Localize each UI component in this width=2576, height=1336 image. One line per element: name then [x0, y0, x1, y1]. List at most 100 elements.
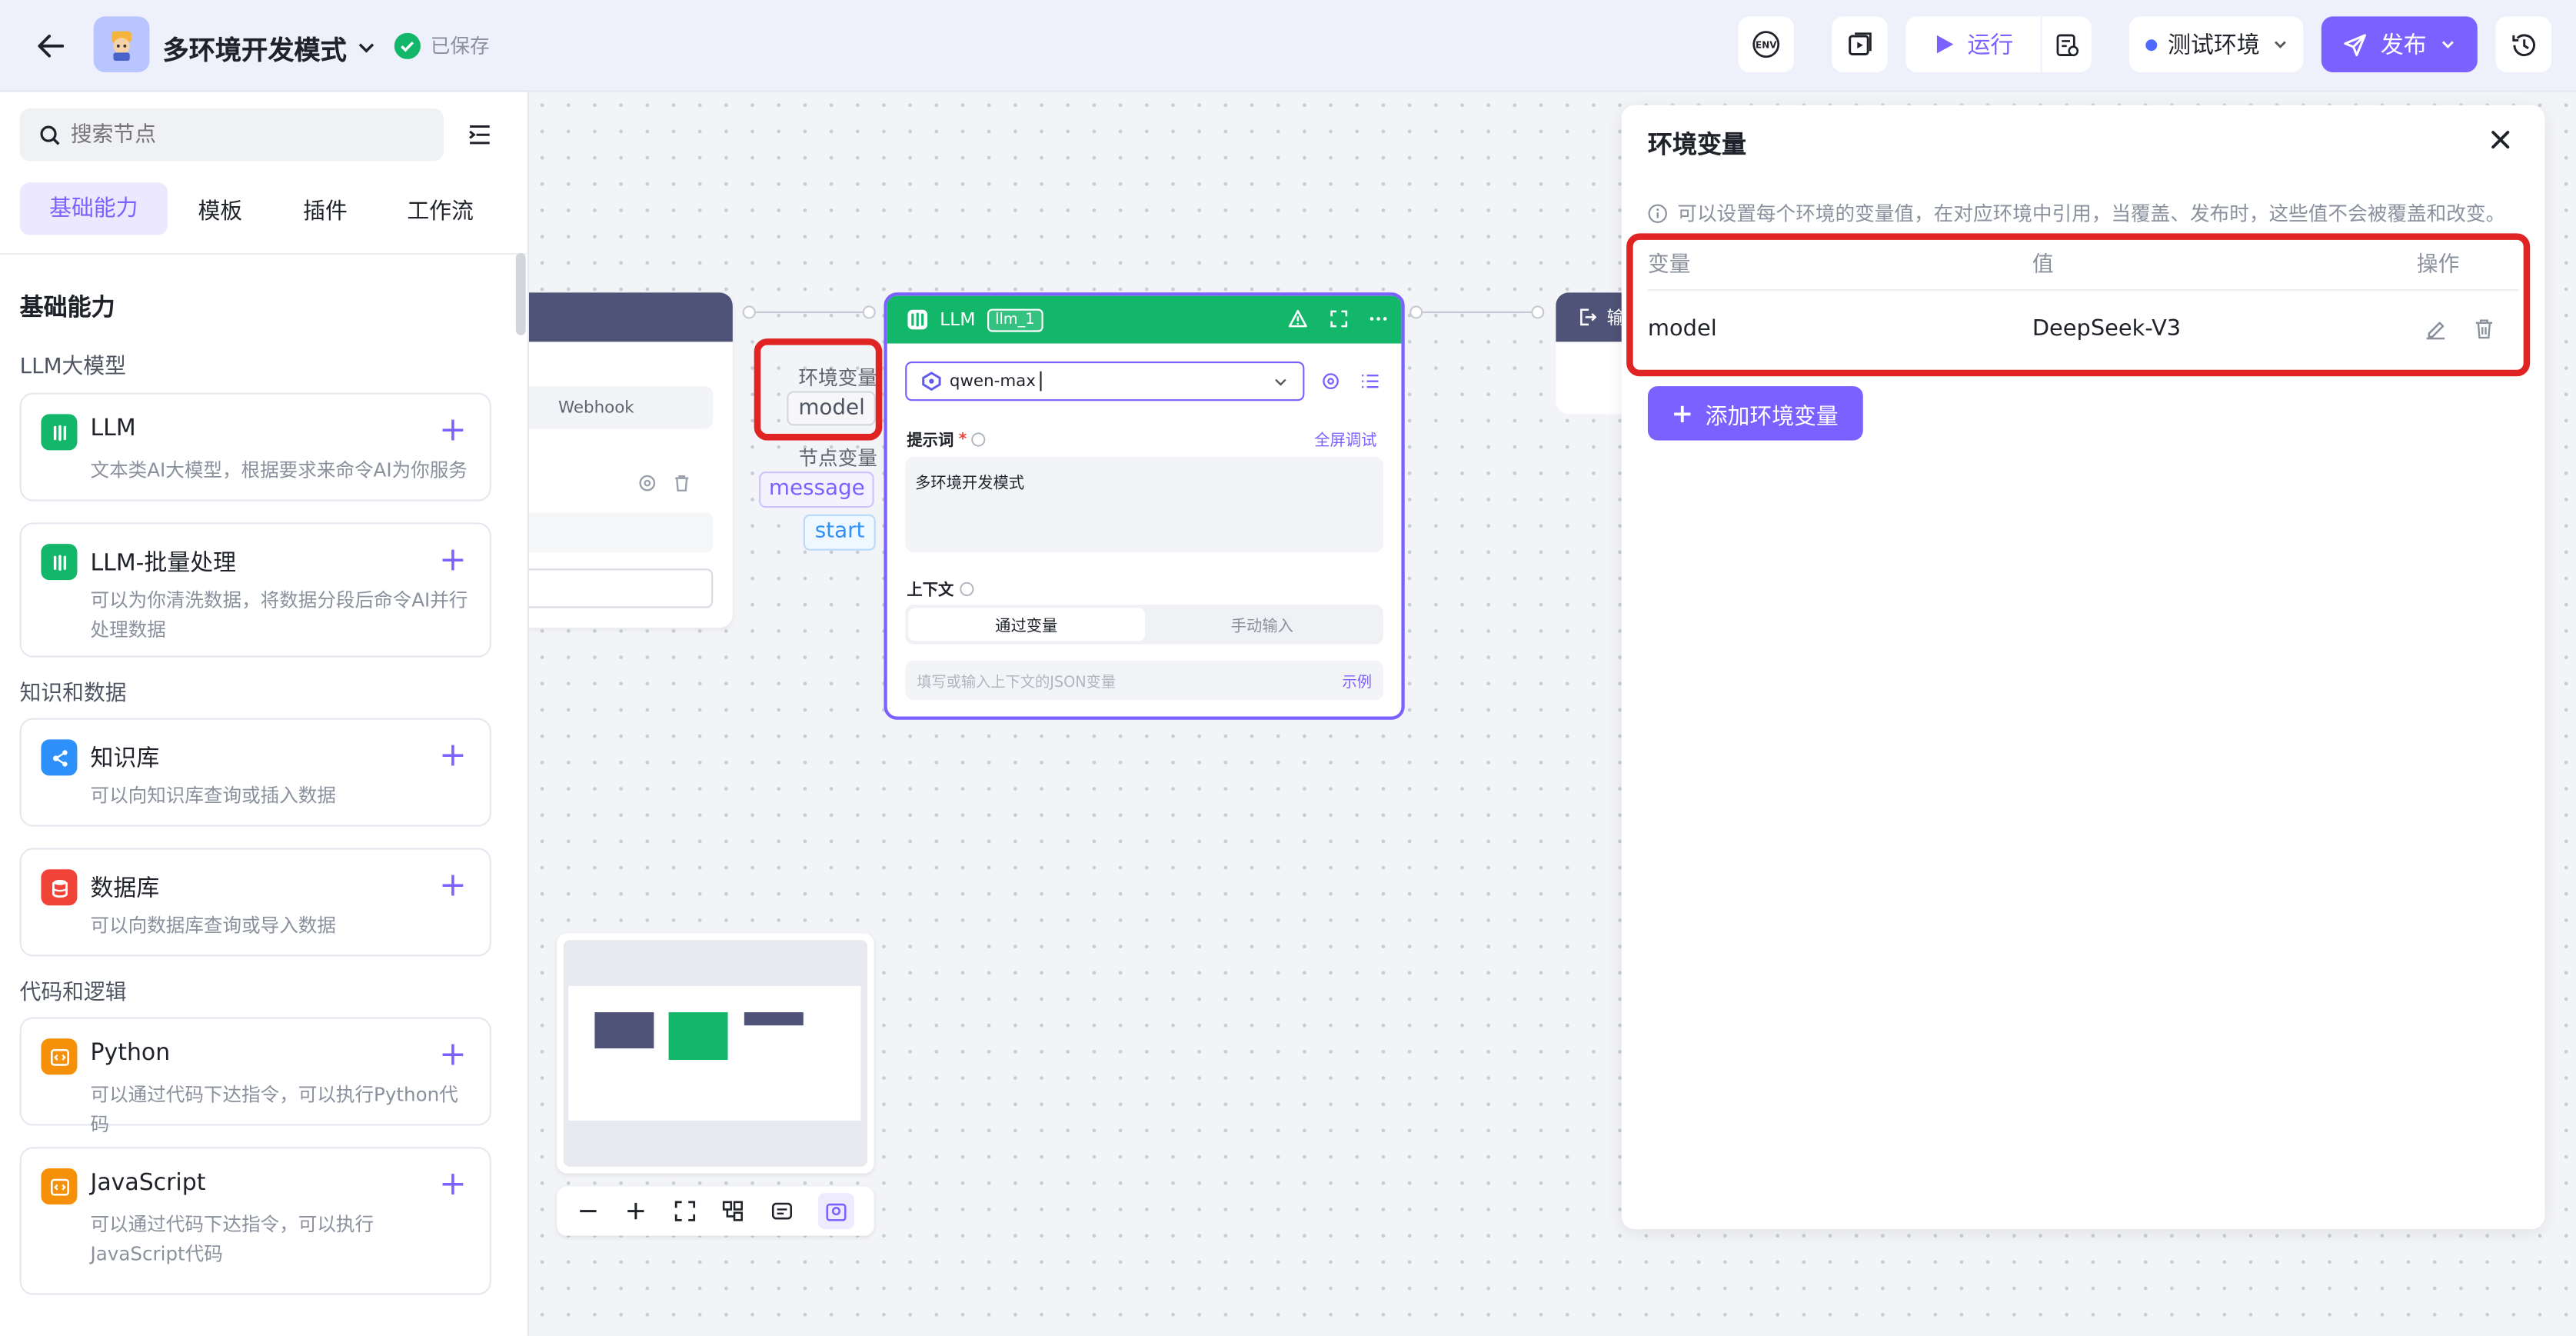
save-status: 已保存 — [394, 32, 490, 59]
expand-icon[interactable] — [1329, 309, 1349, 329]
webhook-pill[interactable]: Webhook — [528, 386, 714, 429]
llm-node[interactable]: LLM llm_1 qwen-max 提示词 * 全屏调试 多环境开发模式 上下… — [884, 292, 1405, 720]
plus-icon — [1674, 405, 1691, 422]
settings-icon[interactable] — [1321, 371, 1341, 391]
comment-icon[interactable] — [770, 1200, 793, 1223]
context-label: 上下文 — [907, 581, 954, 600]
model-select-value: qwen-max — [949, 371, 1036, 391]
minimap-icon — [826, 1203, 847, 1221]
node-card-python[interactable]: Python 可以通过代码下达指令，可以执行Python代码 + — [19, 1017, 491, 1135]
app-avatar[interactable] — [93, 16, 150, 73]
app-title[interactable]: 多环境开发模式 — [163, 28, 377, 67]
knowledge-base-icon — [41, 739, 78, 776]
model-select[interactable]: qwen-max — [905, 361, 1305, 401]
sidebar-scrollbar[interactable] — [515, 253, 526, 335]
env-button[interactable]: ENV — [1738, 16, 1795, 73]
add-node-icon[interactable]: + — [439, 541, 467, 577]
help-icon — [972, 431, 987, 446]
play-icon — [1935, 35, 1953, 54]
chevron-down-icon — [2441, 41, 2454, 49]
node-card-knowledge[interactable]: 知识库 可以向知识库查询或插入数据 + — [19, 718, 491, 827]
node-sidebar: 基础能力 模板 插件 工作流 基础能力 LLM大模型 LLM 文本类AI大模型，… — [0, 92, 529, 1336]
panel-hint-text: 可以设置每个环境的变量值，在对应环境中引用，当覆盖、发布时，这些值不会被覆盖和改… — [1677, 202, 2506, 225]
publish-label: 发布 — [2380, 32, 2427, 59]
close-icon — [2491, 131, 2510, 149]
start-node-row — [528, 512, 714, 552]
llm-node-id-badge: llm_1 — [987, 308, 1043, 332]
highlight-box-env-variable — [754, 338, 883, 441]
log-icon — [2055, 33, 2078, 56]
node-variable-message[interactable]: message — [759, 471, 875, 508]
search-box[interactable] — [19, 108, 444, 162]
node-card-name: LLM — [90, 415, 136, 442]
more-icon[interactable] — [1369, 309, 1389, 329]
node-card-javascript[interactable]: JavaScript 可以通过代码下达指令，可以执行JavaScript代码 + — [19, 1147, 491, 1295]
llm-node-title: LLM — [940, 308, 976, 331]
warning-icon[interactable] — [1288, 309, 1308, 329]
llm-icon — [907, 309, 928, 330]
tab-templates[interactable]: 模板 — [168, 192, 273, 225]
layout-icon[interactable] — [721, 1200, 744, 1223]
top-bar: 多环境开发模式 已保存 ENV 运行 测试环境 发布 — [0, 0, 2576, 92]
qwen-logo-icon — [922, 371, 941, 391]
minimap[interactable] — [557, 933, 874, 1174]
add-env-variable-button[interactable]: 添加环境变量 — [1647, 386, 1863, 441]
tab-plugins[interactable]: 插件 — [273, 192, 378, 225]
code-icon — [41, 1168, 78, 1205]
history-button[interactable] — [2495, 16, 2551, 73]
list-icon[interactable] — [1360, 371, 1380, 391]
tab-manual-input[interactable]: 手动输入 — [1144, 608, 1380, 641]
run-button[interactable]: 运行 — [1905, 16, 2041, 73]
node-card-name: JavaScript — [90, 1170, 206, 1197]
preview-button[interactable] — [1832, 16, 1888, 73]
run-log-button[interactable] — [2042, 16, 2092, 73]
add-node-icon[interactable]: + — [439, 411, 467, 447]
zoom-in-icon[interactable] — [624, 1200, 647, 1223]
start-node[interactable]: Webhook — [528, 292, 733, 628]
node-card-database[interactable]: 数据库 可以向数据库查询或导入数据 + — [19, 848, 491, 957]
back-button[interactable] — [29, 26, 72, 65]
node-variable-label: 节点变量 — [798, 447, 877, 471]
tab-workflows[interactable]: 工作流 — [378, 192, 502, 225]
chevron-down-icon — [2274, 41, 2285, 48]
context-label-row: 上下文 — [907, 577, 973, 600]
node-variable-start[interactable]: start — [803, 514, 877, 551]
llm-icon — [41, 414, 78, 451]
start-node-input[interactable] — [528, 568, 714, 608]
tab-basic[interactable]: 基础能力 — [19, 182, 168, 235]
run-label: 运行 — [1967, 32, 2014, 59]
node-card-llm-batch[interactable]: LLM-批量处理 可以为你清洗数据，将数据分段后命令AI并行处理数据 + — [19, 522, 491, 658]
add-node-icon[interactable]: + — [439, 1035, 467, 1071]
node-card-name: 数据库 — [90, 875, 160, 902]
tabs-divider — [0, 253, 528, 255]
example-link[interactable]: 示例 — [1342, 670, 1371, 691]
env-variables-panel: 环境变量 可以设置每个环境的变量值，在对应环境中引用，当覆盖、发布时，这些值不会… — [1621, 105, 2545, 1230]
history-icon — [2511, 33, 2534, 55]
node-card-llm[interactable]: LLM 文本类AI大模型，根据要求来命令AI为你服务 + — [19, 392, 491, 501]
context-json-input[interactable]: 填写或输入上下文的JSON变量 示例 — [905, 660, 1383, 701]
publish-button[interactable]: 发布 — [2321, 16, 2478, 73]
add-node-icon[interactable]: + — [439, 1165, 467, 1201]
add-env-variable-label: 添加环境变量 — [1705, 403, 1839, 430]
workflow-editor: 多环境开发模式 已保存 ENV 运行 测试环境 发布 Webhook 环境变量 … — [0, 0, 2576, 1336]
chevron-down-icon — [1275, 378, 1286, 386]
search-input[interactable] — [70, 122, 416, 148]
add-node-icon[interactable]: + — [439, 866, 467, 902]
minimap-toggle-button[interactable] — [818, 1193, 855, 1230]
zoom-out-icon[interactable] — [576, 1200, 599, 1223]
svg-text:ENV: ENV — [1756, 39, 1777, 50]
trash-icon[interactable] — [672, 473, 692, 493]
tab-by-variable[interactable]: 通过变量 — [908, 608, 1145, 641]
robot-avatar-icon — [111, 31, 131, 62]
fit-view-icon[interactable] — [673, 1200, 696, 1223]
node-card-name: 知识库 — [90, 745, 160, 773]
collapse-sidebar-button[interactable] — [467, 122, 493, 148]
close-panel-button[interactable] — [2489, 128, 2512, 152]
fullscreen-debug-link[interactable]: 全屏调试 — [1314, 427, 1376, 451]
help-icon — [959, 581, 973, 595]
prompt-textarea[interactable]: 多环境开发模式 — [905, 456, 1383, 552]
environment-select[interactable]: 测试环境 — [2128, 16, 2304, 73]
settings-icon[interactable] — [637, 473, 657, 493]
add-node-icon[interactable]: + — [439, 736, 467, 772]
highlight-box-env-table — [1626, 233, 2531, 377]
